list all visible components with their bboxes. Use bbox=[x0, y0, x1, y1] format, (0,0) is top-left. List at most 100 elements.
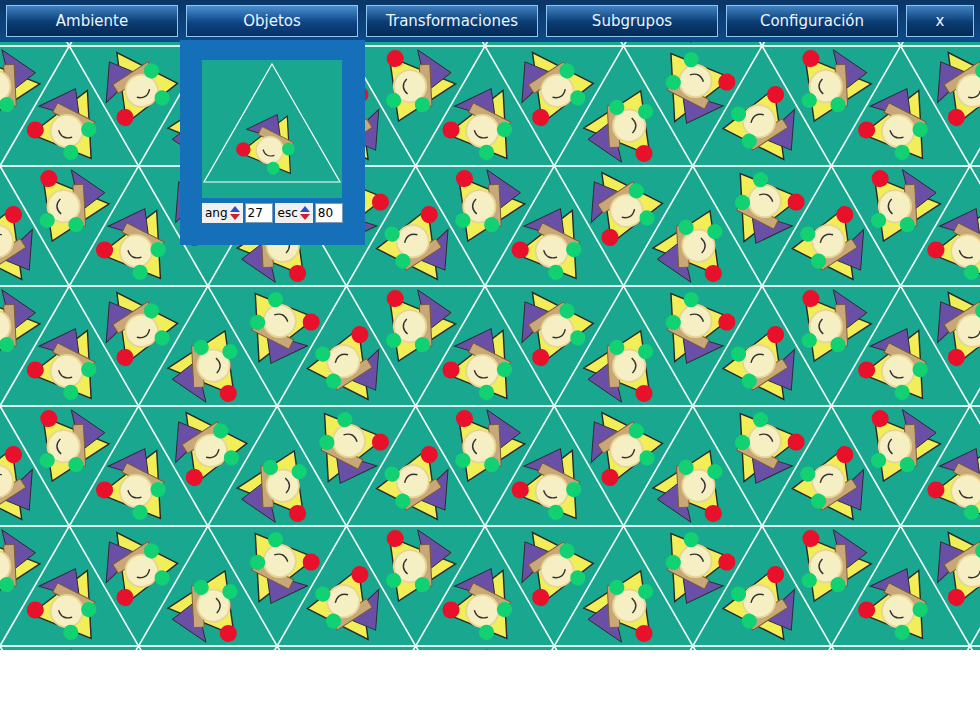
tile bbox=[0, 526, 139, 646]
motif bbox=[438, 554, 533, 649]
tile bbox=[970, 406, 980, 526]
tile bbox=[139, 526, 278, 646]
motif bbox=[155, 394, 253, 492]
motif bbox=[0, 527, 42, 602]
motif bbox=[86, 274, 184, 372]
motif bbox=[868, 407, 942, 482]
tile bbox=[485, 46, 624, 166]
tile bbox=[416, 406, 555, 526]
tile bbox=[69, 406, 208, 526]
spinner-icon[interactable] bbox=[229, 205, 241, 221]
tile bbox=[762, 526, 901, 646]
tile bbox=[624, 46, 763, 166]
menu-button[interactable]: Configuración bbox=[726, 5, 898, 37]
tile bbox=[901, 406, 980, 526]
control-row: ang27esc80 bbox=[202, 203, 343, 223]
tile bbox=[416, 46, 555, 166]
tile bbox=[485, 526, 624, 646]
motif bbox=[501, 274, 599, 372]
motif bbox=[86, 514, 184, 612]
tile bbox=[762, 46, 901, 166]
value-input[interactable]: 27 bbox=[245, 203, 273, 223]
tile bbox=[277, 286, 416, 406]
menu-bar: AmbienteObjetosTransformacionesSubgrupos… bbox=[0, 0, 980, 42]
motif bbox=[383, 47, 457, 122]
motif bbox=[854, 314, 949, 409]
motif bbox=[235, 450, 309, 525]
motif bbox=[166, 330, 240, 405]
tile bbox=[762, 166, 901, 286]
motif bbox=[370, 200, 468, 298]
motif bbox=[166, 570, 240, 645]
tile bbox=[693, 46, 832, 166]
tile bbox=[554, 406, 693, 526]
tile bbox=[0, 46, 139, 166]
motif-preview[interactable] bbox=[202, 60, 342, 198]
tile bbox=[485, 166, 624, 286]
motif bbox=[713, 403, 808, 498]
menu-button[interactable]: Objetos bbox=[186, 5, 358, 37]
tile bbox=[208, 526, 347, 646]
menu-button[interactable]: x bbox=[906, 5, 974, 37]
motif bbox=[717, 560, 815, 650]
motif bbox=[717, 320, 815, 418]
menu-button[interactable]: Transformaciones bbox=[366, 5, 538, 37]
motif bbox=[22, 74, 117, 169]
tile bbox=[346, 526, 485, 646]
motif bbox=[37, 167, 111, 242]
motif bbox=[37, 407, 111, 482]
app: AmbienteObjetosTransformacionesSubgrupos… bbox=[0, 0, 980, 710]
spin-label: ang bbox=[202, 203, 243, 223]
motif bbox=[786, 200, 884, 298]
motif bbox=[799, 287, 873, 362]
tile bbox=[208, 406, 347, 526]
motif bbox=[582, 570, 656, 645]
motif bbox=[917, 274, 980, 372]
motif bbox=[786, 440, 884, 538]
motif bbox=[917, 514, 980, 612]
tile bbox=[0, 166, 139, 286]
motif bbox=[453, 407, 527, 482]
preview-drawing bbox=[202, 60, 342, 198]
motif bbox=[383, 287, 457, 362]
tile bbox=[831, 46, 970, 166]
motif bbox=[438, 314, 533, 409]
tile bbox=[416, 166, 555, 286]
menu-button[interactable]: Ambiente bbox=[6, 5, 178, 37]
tile bbox=[277, 526, 416, 646]
motif bbox=[644, 43, 739, 138]
spinner-icon[interactable] bbox=[299, 205, 311, 221]
tile bbox=[693, 406, 832, 526]
motif bbox=[582, 90, 656, 165]
motif bbox=[298, 403, 393, 498]
motif bbox=[301, 320, 399, 418]
value-input[interactable]: 80 bbox=[315, 203, 343, 223]
tile bbox=[69, 286, 208, 406]
menu-button[interactable]: Subgrupos bbox=[546, 5, 718, 37]
tile bbox=[346, 406, 485, 526]
tile bbox=[277, 406, 416, 526]
motif bbox=[571, 154, 669, 252]
tile bbox=[485, 406, 624, 526]
tile bbox=[485, 286, 624, 406]
motif bbox=[507, 434, 602, 529]
motif bbox=[854, 554, 949, 649]
motif bbox=[923, 434, 980, 529]
spin-label: esc bbox=[275, 203, 313, 223]
tile bbox=[901, 526, 980, 646]
motif bbox=[229, 283, 324, 378]
tile bbox=[624, 526, 763, 646]
motif bbox=[571, 634, 669, 650]
motif bbox=[644, 523, 739, 618]
tile bbox=[970, 46, 980, 166]
motif bbox=[92, 194, 187, 289]
tile bbox=[624, 406, 763, 526]
motif bbox=[571, 394, 669, 492]
motif bbox=[22, 314, 117, 409]
motif bbox=[92, 434, 187, 529]
tile bbox=[693, 526, 832, 646]
tile bbox=[901, 166, 980, 286]
tile bbox=[762, 406, 901, 526]
tessellation-canvas bbox=[0, 42, 980, 650]
tile bbox=[208, 286, 347, 406]
